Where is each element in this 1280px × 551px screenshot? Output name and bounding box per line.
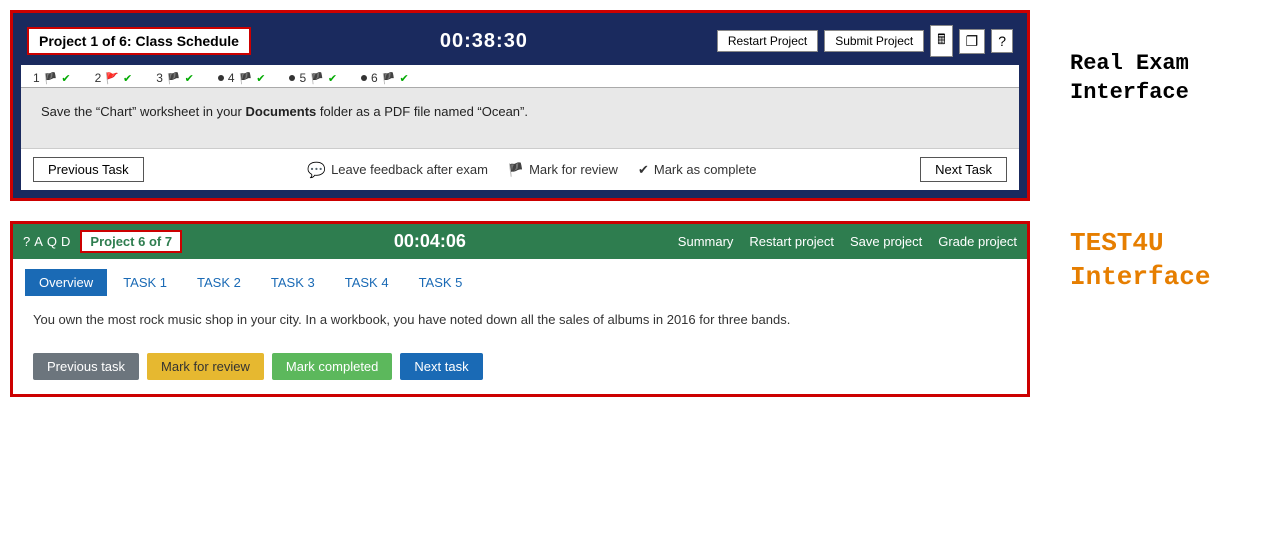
tab4-check-icon: ✔ <box>256 72 265 85</box>
test4u-header: ? A Q D Project 6 of 7 00:04:06 Summary … <box>13 224 1027 259</box>
test4u-body: Overview TASK 1 TASK 2 TASK 3 TASK 4 TAS… <box>13 259 1027 394</box>
test4u-icon-bar: ? A Q D <box>23 234 70 249</box>
summary-link[interactable]: Summary <box>678 234 734 249</box>
help-icon[interactable]: ? <box>23 234 30 249</box>
task-tab-6[interactable]: 6 🏴 ✔ <box>357 69 413 87</box>
tab4-num: 4 <box>228 71 235 85</box>
tab4-dot <box>218 75 224 81</box>
real-exam-interface: Project 1 of 6: Class Schedule 00:38:30 … <box>10 10 1030 201</box>
feedback-label: Leave feedback after exam <box>331 162 488 177</box>
tab3-num: 3 <box>156 71 163 85</box>
save-project-link[interactable]: Save project <box>850 234 922 249</box>
grade-project-link[interactable]: Grade project <box>938 234 1017 249</box>
calculator-icon[interactable]: 🖩 <box>930 25 952 57</box>
test4u-interface: ? A Q D Project 6 of 7 00:04:06 Summary … <box>10 221 1030 397</box>
restart-project-link[interactable]: Restart project <box>749 234 834 249</box>
task-tab-1[interactable]: 1 🏴 ✔ <box>29 69 75 87</box>
exam-title: Project 1 of 6: Class Schedule <box>27 27 251 55</box>
tab2-flag-icon: 🚩 <box>105 72 119 85</box>
leave-feedback-action[interactable]: 💬 Leave feedback after exam <box>307 161 488 179</box>
test4u-label: TEST4UInterface <box>1070 227 1250 295</box>
tab5-check-icon: ✔ <box>328 72 337 85</box>
tab1-num: 1 <box>33 71 40 85</box>
mark-complete-action[interactable]: ✔ Mark as complete <box>638 162 757 178</box>
mark-review-action[interactable]: 🏴 Mark for review <box>508 162 618 178</box>
tab6-num: 6 <box>371 71 378 85</box>
tab2-check-icon: ✔ <box>123 72 132 85</box>
tab-task1[interactable]: TASK 1 <box>109 269 181 296</box>
exam-body: 1 🏴 ✔ 2 🚩 ✔ 3 🏴 ✔ 4 🏴 <box>21 65 1019 190</box>
a-icon[interactable]: A <box>34 234 43 249</box>
tab-task5[interactable]: TASK 5 <box>405 269 477 296</box>
tab6-dot <box>361 75 367 81</box>
tab3-flag-icon: 🏴 <box>167 72 181 85</box>
real-exam-label: Real ExamInterface <box>1070 50 1250 107</box>
right-labels: Real ExamInterface TEST4UInterface <box>1040 0 1280 315</box>
tab3-check-icon: ✔ <box>185 72 194 85</box>
test4u-timer: 00:04:06 <box>192 231 668 252</box>
window-icon[interactable]: ❐ <box>959 29 986 54</box>
tab5-flag-icon: 🏴 <box>310 72 324 85</box>
task-tab-2[interactable]: 2 🚩 ✔ <box>91 69 137 87</box>
q-icon[interactable]: Q <box>47 234 57 249</box>
next-task-button[interactable]: Next Task <box>920 157 1007 182</box>
test4u-tabs: Overview TASK 1 TASK 2 TASK 3 TASK 4 TAS… <box>13 259 1027 296</box>
task-tab-5[interactable]: 5 🏴 ✔ <box>285 69 341 87</box>
test4u-project-badge: Project 6 of 7 <box>80 230 182 253</box>
tab1-check-icon: ✔ <box>61 72 70 85</box>
restart-project-button[interactable]: Restart Project <box>717 30 818 52</box>
tab-task2[interactable]: TASK 2 <box>183 269 255 296</box>
tab1-flag-icon: 🏴 <box>44 72 58 85</box>
task-instruction: Save the “Chart” worksheet in your Docum… <box>21 88 1019 148</box>
help-icon[interactable]: ? <box>991 29 1013 53</box>
tab-task3[interactable]: TASK 3 <box>257 269 329 296</box>
t4u-next-task-button[interactable]: Next task <box>400 353 482 380</box>
test4u-nav-links: Summary Restart project Save project Gra… <box>678 234 1017 249</box>
tab5-dot <box>289 75 295 81</box>
tab2-num: 2 <box>95 71 102 85</box>
test4u-content: You own the most rock music shop in your… <box>13 296 1027 343</box>
mark-complete-label: Mark as complete <box>654 162 757 177</box>
check-complete-icon: ✔ <box>638 162 649 178</box>
exam-timer: 00:38:30 <box>440 30 528 53</box>
tab-overview[interactable]: Overview <box>25 269 107 296</box>
flag-review-icon: 🏴 <box>508 162 524 178</box>
submit-project-button[interactable]: Submit Project <box>824 30 924 52</box>
exam-header: Project 1 of 6: Class Schedule 00:38:30 … <box>21 21 1019 61</box>
t4u-prev-task-button[interactable]: Previous task <box>33 353 139 380</box>
task-tab-4[interactable]: 4 🏴 ✔ <box>214 69 270 87</box>
overview-text: You own the most rock music shop in your… <box>33 312 1007 327</box>
exam-header-buttons: Restart Project Submit Project 🖩 ❐ ? <box>717 25 1013 57</box>
previous-task-button[interactable]: Previous Task <box>33 157 144 182</box>
mark-review-label: Mark for review <box>529 162 618 177</box>
t4u-mark-review-button[interactable]: Mark for review <box>147 353 264 380</box>
tab4-flag-icon: 🏴 <box>239 72 253 85</box>
tab6-check-icon: ✔ <box>399 72 408 85</box>
tab6-flag-icon: 🏴 <box>382 72 396 85</box>
tab-task4[interactable]: TASK 4 <box>331 269 403 296</box>
test4u-footer: Previous task Mark for review Mark compl… <box>13 343 1027 394</box>
exam-footer: Previous Task 💬 Leave feedback after exa… <box>21 148 1019 190</box>
t4u-mark-complete-button[interactable]: Mark completed <box>272 353 392 380</box>
feedback-icon: 💬 <box>307 161 326 179</box>
task-tabs: 1 🏴 ✔ 2 🚩 ✔ 3 🏴 ✔ 4 🏴 <box>21 65 1019 88</box>
d-icon[interactable]: D <box>61 234 70 249</box>
tab5-num: 5 <box>299 71 306 85</box>
task-tab-3[interactable]: 3 🏴 ✔ <box>152 69 198 87</box>
